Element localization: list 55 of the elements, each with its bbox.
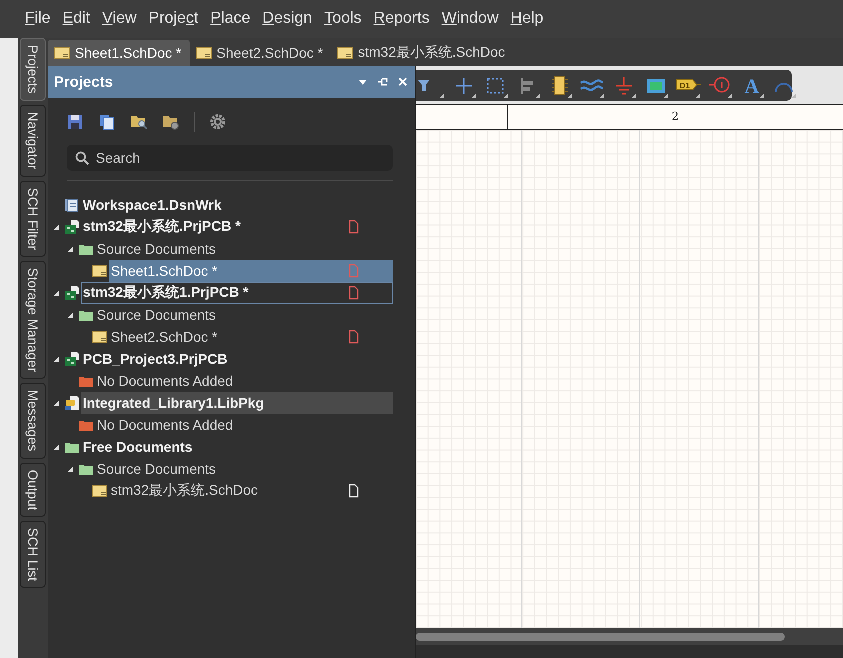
menu-item[interactable]: Window bbox=[438, 10, 506, 28]
search-icon bbox=[75, 151, 90, 166]
pcb-project-icon bbox=[64, 351, 80, 367]
pcb-project-icon bbox=[64, 219, 80, 235]
schematic-document-icon bbox=[196, 47, 212, 59]
tree-item[interactable]: No Documents Added bbox=[95, 370, 393, 392]
menu-item[interactable]: Reports bbox=[370, 10, 437, 28]
tree-item[interactable]: No Documents Added bbox=[95, 414, 393, 436]
document-tab[interactable]: stm32最小系统.SchDoc bbox=[331, 40, 514, 66]
side-panel-tab[interactable]: Navigator bbox=[20, 104, 46, 177]
tree-item[interactable]: Workspace1.DsnWrk bbox=[81, 194, 393, 216]
tree-item[interactable]: Sheet2.SchDoc * bbox=[109, 326, 393, 348]
schematic-document-icon bbox=[337, 47, 354, 59]
menu-item[interactable]: Design bbox=[260, 10, 320, 28]
tree-item[interactable]: Source Documents bbox=[95, 238, 393, 260]
tree-item[interactable]: Source Documents bbox=[95, 304, 393, 326]
pin-icon[interactable] bbox=[377, 76, 389, 88]
tree-item[interactable]: stm32最小系统.SchDoc bbox=[109, 480, 393, 502]
side-panel-tab[interactable]: SCH List bbox=[20, 521, 46, 588]
schematic-document-icon bbox=[92, 329, 108, 345]
schematic-document-icon bbox=[92, 483, 108, 499]
side-panel-tab[interactable]: Projects bbox=[20, 38, 46, 101]
document-tab[interactable]: Sheet2.SchDoc * bbox=[190, 40, 332, 66]
tree-item[interactable]: Source Documents bbox=[95, 458, 393, 480]
documents-icon[interactable] bbox=[98, 112, 116, 130]
close-icon[interactable] bbox=[397, 76, 409, 88]
panel-title: Projects bbox=[54, 74, 114, 90]
save-icon[interactable] bbox=[66, 112, 84, 130]
document-tab[interactable]: Sheet1.SchDoc * bbox=[48, 40, 190, 66]
tree-item[interactable]: Free Documents bbox=[81, 436, 393, 458]
tree-item[interactable]: PCB_Project3.PrjPCB bbox=[81, 348, 393, 370]
tree-item[interactable]: Sheet1.SchDoc * bbox=[109, 260, 393, 282]
menu-item[interactable]: Edit bbox=[60, 10, 98, 28]
menu-item[interactable]: File bbox=[22, 10, 58, 28]
schematic-document-icon bbox=[54, 47, 70, 59]
scrollbar-thumb[interactable] bbox=[416, 632, 785, 640]
side-panel-tab[interactable]: Messages bbox=[20, 383, 46, 459]
ruler-label: 2 bbox=[671, 109, 680, 125]
side-panel-tab[interactable]: Storage Manager bbox=[20, 260, 46, 380]
settings-icon[interactable] bbox=[209, 112, 227, 130]
menu-item[interactable]: View bbox=[99, 10, 144, 28]
side-panel-tab[interactable]: SCH Filter bbox=[20, 180, 46, 257]
menu-item[interactable]: Tools bbox=[321, 10, 369, 28]
pcb-project-icon bbox=[64, 285, 80, 301]
tree-item[interactable]: stm32最小系统.PrjPCB * bbox=[81, 216, 393, 238]
menu-item[interactable]: Help bbox=[508, 10, 551, 28]
side-panel-tab[interactable]: Output bbox=[20, 462, 46, 518]
tree-item[interactable]: stm32最小系统1.PrjPCB * bbox=[81, 282, 393, 304]
search-field[interactable]: Search bbox=[67, 145, 393, 171]
menu-item[interactable]: Place bbox=[208, 10, 258, 28]
library-package-icon bbox=[64, 395, 80, 411]
menu-item[interactable]: Project bbox=[146, 10, 206, 28]
tree-item[interactable]: Integrated_Library1.LibPkg bbox=[81, 392, 393, 414]
schematic-document-icon bbox=[92, 263, 108, 279]
workspace-icon bbox=[64, 197, 80, 213]
